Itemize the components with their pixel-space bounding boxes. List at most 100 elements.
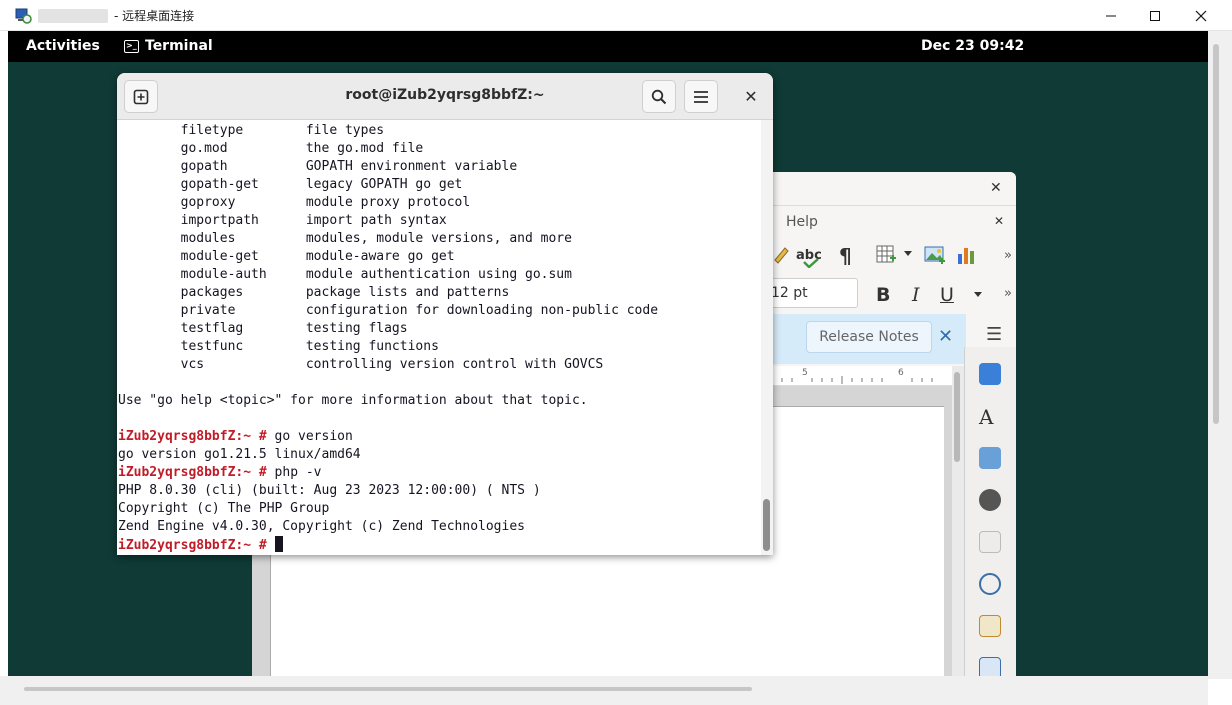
- terminal-line: gopath-get legacy GOPATH go get: [118, 176, 761, 194]
- clock[interactable]: Dec 23 09:42: [921, 38, 1024, 54]
- terminal-line: goproxy module proxy protocol: [118, 194, 761, 212]
- terminal-line: go version go1.21.5 linux/amd64: [118, 446, 761, 464]
- toolbar-more-button[interactable]: »: [1004, 286, 1012, 301]
- clone-formatting-icon[interactable]: [772, 244, 790, 266]
- help-icon[interactable]: [979, 657, 1001, 676]
- activities-button[interactable]: Activities: [26, 38, 100, 54]
- terminal-line: Use "go help <topic>" for more informati…: [118, 392, 761, 410]
- terminal-text: gopath GOPATH environment variable: [118, 159, 518, 174]
- sidebar-deck: A: [964, 347, 1016, 676]
- text-cursor: [274, 536, 283, 552]
- page-icon[interactable]: [979, 531, 1001, 553]
- underline-button[interactable]: U: [940, 284, 954, 306]
- shell-prompt: iZub2yqrsg8bbfZ:~ #: [118, 429, 267, 444]
- close-button[interactable]: [1178, 0, 1224, 31]
- terminal-text: module-get module-aware go get: [118, 249, 455, 264]
- terminal-line: iZub2yqrsg8bbfZ:~ #: [118, 536, 761, 554]
- terminal-window: root@iZub2yqrsg8bbfZ:~ ✕ filetype file t…: [117, 73, 773, 555]
- terminal-line: iZub2yqrsg8bbfZ:~ # php -v: [118, 464, 761, 482]
- terminal-scrollbar-thumb[interactable]: [763, 499, 770, 551]
- gallery-icon[interactable]: [979, 447, 1001, 469]
- search-button[interactable]: [642, 80, 676, 113]
- terminal-text: packages package lists and patterns: [118, 285, 510, 300]
- terminal-scrollbar[interactable]: [761, 120, 773, 555]
- terminal-headerbar: root@iZub2yqrsg8bbfZ:~ ✕: [117, 73, 773, 120]
- minimize-icon: [1106, 15, 1116, 16]
- document-scrollbar-thumb[interactable]: [954, 372, 960, 462]
- sidebar-menu-button[interactable]: ☰: [986, 324, 1002, 345]
- menu-help[interactable]: Help: [786, 214, 818, 230]
- terminal-line: filetype file types: [118, 122, 761, 140]
- terminal-text: private configuration for downloading no…: [118, 303, 659, 318]
- rdp-vertical-scrollbar[interactable]: [1208, 31, 1232, 679]
- terminal-line: module-get module-aware go get: [118, 248, 761, 266]
- properties-icon[interactable]: [979, 363, 1001, 385]
- remote-desktop: Activities >_ Terminal Dec 23 09:42 ✕ He…: [8, 31, 1208, 676]
- terminal-text: vcs controlling version control with GOV…: [118, 357, 604, 372]
- terminal-line: modules modules, module versions, and mo…: [118, 230, 761, 248]
- terminal-line: module-auth module authentication using …: [118, 266, 761, 284]
- minimize-button[interactable]: [1088, 0, 1134, 31]
- terminal-line: packages package lists and patterns: [118, 284, 761, 302]
- terminal-text: importpath import path syntax: [118, 213, 447, 228]
- terminal-text: Use "go help <topic>" for more informati…: [118, 393, 588, 408]
- terminal-text: php -v: [266, 465, 322, 480]
- insert-chart-icon[interactable]: [956, 244, 978, 266]
- release-notes-infobar: Release Notes ✕: [752, 314, 966, 364]
- search-icon: [651, 89, 667, 104]
- terminal-line: private configuration for downloading no…: [118, 302, 761, 320]
- terminal-line: testfunc testing functions: [118, 338, 761, 356]
- terminal-text: testfunc testing functions: [118, 339, 439, 354]
- horizontal-ruler: 5 6: [752, 366, 952, 386]
- terminal-text: Copyright (c) The PHP Group: [118, 501, 330, 516]
- shell-prompt: iZub2yqrsg8bbfZ:~ #: [118, 538, 267, 553]
- styles-icon[interactable]: A: [979, 405, 1001, 429]
- writer-close-button[interactable]: ✕: [990, 180, 1002, 196]
- font-size-combobox[interactable]: 12 pt ▼: [764, 278, 858, 308]
- font-size-value: 12 pt: [771, 285, 808, 301]
- terminal-text: filetype file types: [118, 123, 385, 138]
- redacted-hostname: [38, 9, 108, 23]
- rdp-horizontal-scrollbar-thumb[interactable]: [24, 687, 752, 691]
- app-menu-button[interactable]: >_ Terminal: [124, 38, 213, 54]
- terminal-output[interactable]: filetype file types go.mod the go.mod fi…: [117, 120, 761, 555]
- terminal-line: vcs controlling version control with GOV…: [118, 356, 761, 374]
- remote-desktop-icon: [15, 8, 32, 24]
- hamburger-menu-button[interactable]: [684, 80, 718, 113]
- spellcheck-button[interactable]: abc: [796, 244, 824, 268]
- terminal-close-button[interactable]: ✕: [734, 80, 768, 113]
- italic-button[interactable]: I: [912, 284, 920, 306]
- insert-image-icon[interactable]: [924, 244, 946, 266]
- terminal-line: importpath import path syntax: [118, 212, 761, 230]
- shell-prompt: iZub2yqrsg8bbfZ:~ #: [118, 465, 267, 480]
- gnome-top-bar: Activities >_ Terminal Dec 23 09:42: [8, 31, 1208, 62]
- app-menu-label: Terminal: [145, 38, 213, 54]
- terminal-line: gopath GOPATH environment variable: [118, 158, 761, 176]
- document-close-button[interactable]: ✕: [994, 214, 1004, 228]
- rdp-window-title: - 远程桌面连接: [114, 9, 195, 23]
- style-inspector-icon[interactable]: [979, 573, 1001, 595]
- terminal-line: iZub2yqrsg8bbfZ:~ # go version: [118, 428, 761, 446]
- terminal-text: module-auth module authentication using …: [118, 267, 572, 282]
- chevron-down-icon[interactable]: [974, 292, 982, 298]
- terminal-icon: >_: [124, 39, 139, 53]
- chevron-down-icon[interactable]: [904, 251, 912, 257]
- navigator-icon[interactable]: [979, 489, 1001, 511]
- release-notes-button[interactable]: Release Notes: [806, 321, 932, 353]
- formatting-marks-icon[interactable]: ¶: [839, 244, 852, 268]
- manage-changes-icon[interactable]: [979, 615, 1001, 637]
- maximize-button[interactable]: [1132, 0, 1178, 31]
- toolbar-more-button[interactable]: »: [1004, 248, 1012, 263]
- terminal-text: modules modules, module versions, and mo…: [118, 231, 572, 246]
- bold-button[interactable]: B: [876, 284, 890, 306]
- infobar-close-button[interactable]: ✕: [938, 326, 953, 347]
- insert-table-icon[interactable]: [876, 244, 900, 266]
- rdp-vertical-scrollbar-thumb[interactable]: [1213, 44, 1219, 424]
- terminal-text: gopath-get legacy GOPATH go get: [118, 177, 463, 192]
- ruler-ticks: [761, 376, 933, 384]
- terminal-text: go.mod the go.mod file: [118, 141, 424, 156]
- terminal-line: PHP 8.0.30 (cli) (built: Aug 23 2023 12:…: [118, 482, 761, 500]
- terminal-line: go.mod the go.mod file: [118, 140, 761, 158]
